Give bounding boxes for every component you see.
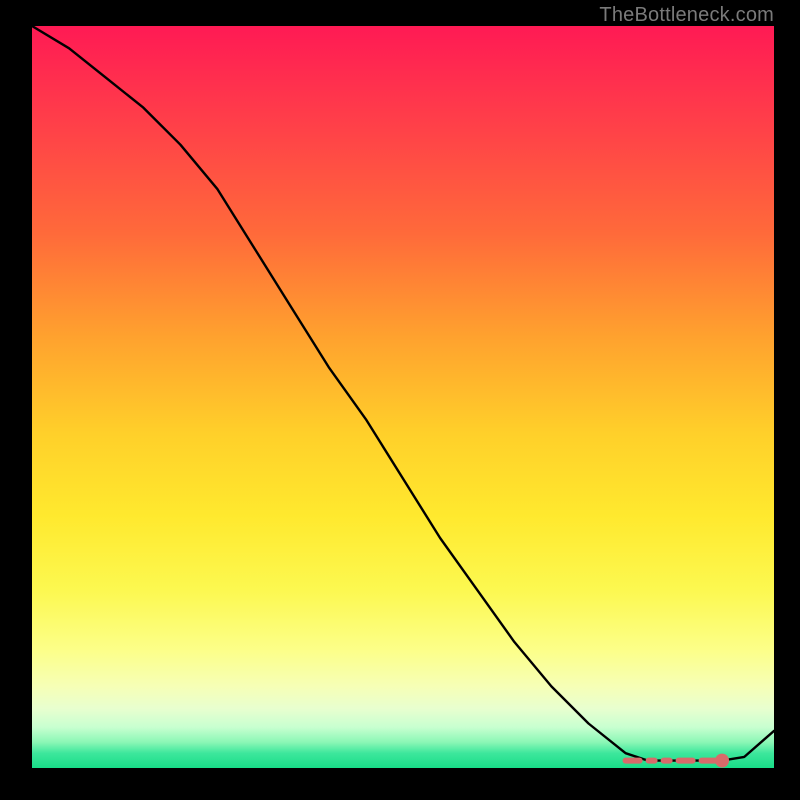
curve-layer: [32, 26, 774, 768]
chart-stage: TheBottleneck.com: [0, 0, 800, 800]
bottleneck-curve: [32, 26, 774, 761]
optimal-point-dot: [715, 754, 729, 768]
plot-area: [32, 26, 774, 768]
attribution-label: TheBottleneck.com: [599, 4, 774, 27]
